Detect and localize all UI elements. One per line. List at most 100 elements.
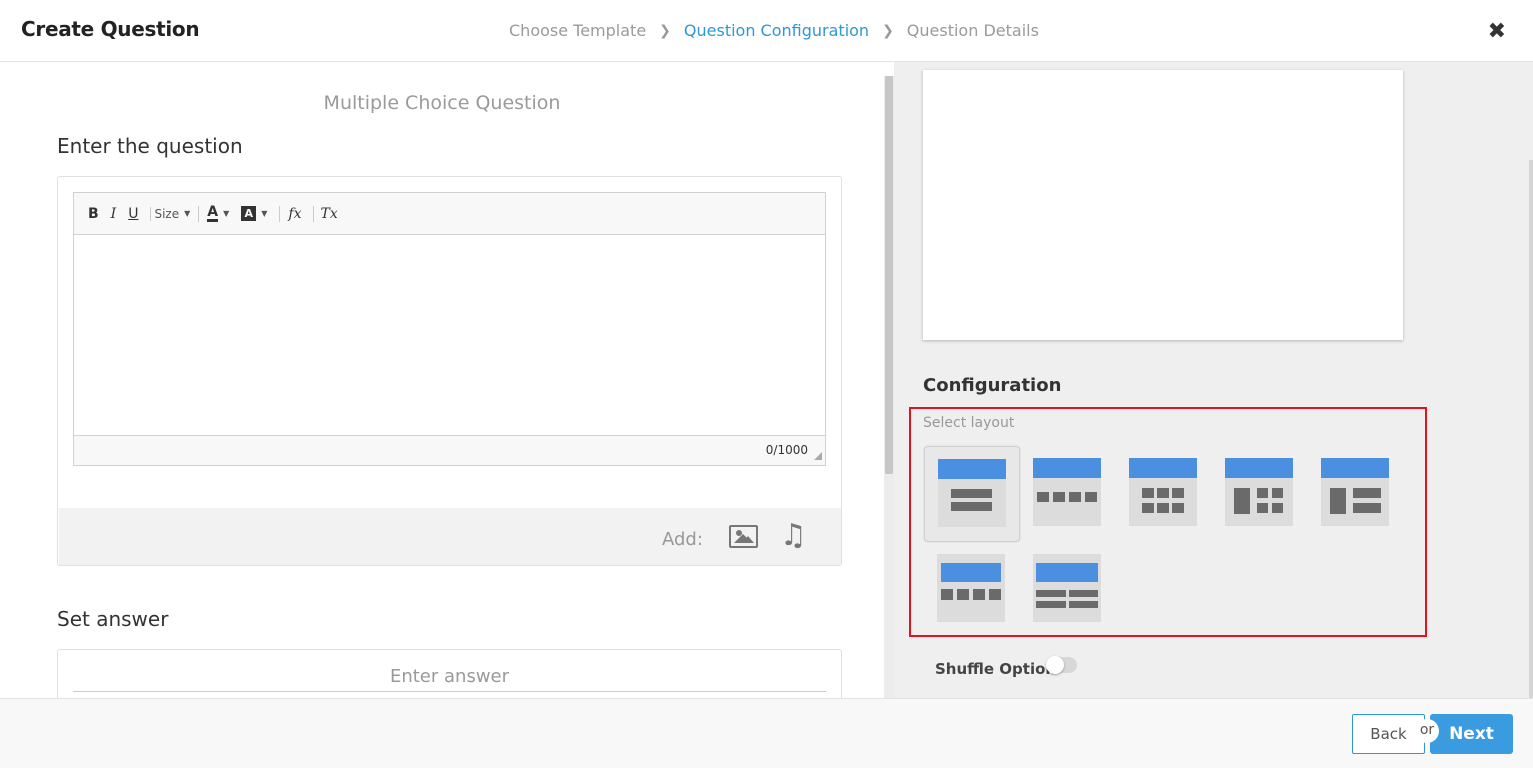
rich-text-editor: B I U Size ▼ A ▼ A ▼ fx Tx 0/1000 [73, 192, 826, 466]
next-button[interactable]: Next [1430, 714, 1513, 754]
background-color-icon: A [241, 206, 257, 221]
layout-block [1272, 488, 1283, 498]
layout-option-6[interactable] [924, 542, 1020, 638]
bold-button[interactable]: B [88, 206, 99, 222]
layout-block [1257, 503, 1268, 513]
layout-block [1272, 503, 1283, 513]
layout-thumbnail-header [1321, 458, 1389, 478]
layout-block [1036, 590, 1066, 597]
close-icon[interactable]: ✖ [1488, 19, 1506, 44]
set-answer-heading: Set answer [57, 607, 169, 631]
layout-block [1353, 488, 1381, 498]
editor-toolbar: B I U Size ▼ A ▼ A ▼ fx Tx [74, 193, 825, 235]
layout-block [1157, 503, 1169, 513]
layout-thumbnail-header [1225, 458, 1293, 478]
layout-4-thumbnail [1225, 458, 1293, 526]
back-button[interactable]: Back [1352, 714, 1425, 754]
question-editor-panel: Multiple Choice Question Enter the quest… [0, 62, 894, 698]
layout-option-2[interactable] [1020, 446, 1116, 542]
caret-down-icon: ▼ [261, 209, 268, 218]
image-icon-mountain-small [742, 536, 754, 543]
right-panel-scrollbar[interactable] [1529, 160, 1533, 698]
layout-6-thumbnail [937, 554, 1005, 622]
layout-thumbnail-header [1129, 458, 1197, 478]
enter-question-heading: Enter the question [57, 134, 243, 158]
question-type-title: Multiple Choice Question [323, 92, 561, 114]
layout-2-thumbnail [1033, 458, 1101, 526]
layout-block [951, 502, 992, 511]
formula-button[interactable]: fx [279, 205, 301, 222]
layout-block [989, 589, 1001, 600]
music-note-icon[interactable]: ♫ [780, 521, 807, 551]
question-preview [923, 70, 1403, 340]
editor-status-bar: 0/1000 [74, 435, 825, 465]
toggle-knob [1046, 656, 1064, 674]
layout-block [1142, 503, 1154, 513]
breadcrumb-step-question-configuration[interactable]: Question Configuration [684, 21, 869, 40]
layout-block [1142, 488, 1154, 498]
layout-option-7[interactable] [1020, 542, 1116, 638]
layout-block [1257, 488, 1268, 498]
layout-block [1069, 492, 1081, 502]
layout-block [1069, 601, 1098, 608]
chevron-right-icon: ❯ [659, 22, 671, 39]
layout-thumbnail-header [938, 459, 1006, 479]
layout-block [1085, 492, 1097, 502]
layout-thumbnail-header [1033, 458, 1101, 478]
caret-down-icon: ▼ [223, 209, 230, 218]
image-icon[interactable] [729, 525, 758, 548]
font-size-label: Size [154, 206, 180, 221]
breadcrumb-step-question-details[interactable]: Question Details [907, 21, 1039, 40]
breadcrumb-step-choose-template[interactable]: Choose Template [509, 21, 646, 40]
layout-block [1037, 492, 1049, 502]
layout-thumbnail-header [1036, 563, 1098, 582]
layout-block [1172, 503, 1184, 513]
layout-block [1172, 488, 1184, 498]
layout-block [1330, 488, 1346, 514]
question-card: B I U Size ▼ A ▼ A ▼ fx Tx 0/1000 Add: ♫ [57, 176, 842, 566]
underline-button[interactable]: U [128, 206, 138, 222]
layout-block [951, 489, 992, 498]
character-counter: 0/1000 [765, 443, 808, 457]
add-media-label: Add: [662, 529, 703, 550]
text-color-button[interactable]: A ▼ [198, 203, 230, 222]
shuffle-option-toggle[interactable] [1046, 656, 1077, 674]
question-text-area[interactable] [74, 235, 825, 435]
layout-option-3[interactable] [1116, 446, 1212, 542]
background-color-button[interactable]: A ▼ [241, 206, 267, 221]
scrollbar-thumb[interactable] [885, 76, 893, 474]
answer-input[interactable] [73, 662, 826, 692]
footer-bar: Back or Next [0, 698, 1533, 768]
layout-block [1036, 601, 1066, 608]
page-title: Create Question [21, 17, 200, 41]
answer-card [57, 649, 842, 698]
layout-5-thumbnail [1321, 458, 1389, 526]
configuration-title: Configuration [923, 375, 1062, 396]
layout-7-thumbnail [1033, 554, 1101, 622]
configuration-panel: Configuration Select layout Shuffle Opti… [894, 62, 1533, 698]
select-layout-label: Select layout [923, 415, 1015, 431]
text-color-icon: A [207, 203, 219, 222]
layout-block [1053, 492, 1065, 502]
layout-option-1[interactable] [924, 446, 1020, 542]
layout-3-thumbnail [1129, 458, 1197, 526]
font-size-dropdown[interactable]: Size ▼ [150, 206, 190, 221]
layout-block [1157, 488, 1169, 498]
resize-handle-icon[interactable] [814, 452, 822, 460]
layout-option-5[interactable] [1308, 446, 1404, 542]
left-panel-scrollbar[interactable] [884, 76, 894, 698]
italic-button[interactable]: I [111, 206, 117, 222]
layout-thumbnail-header [941, 563, 1001, 582]
layout-block [973, 589, 985, 600]
add-media-bar: Add: ♫ [59, 508, 841, 565]
header-bar: Create Question Choose Template ❯ Questi… [0, 0, 1533, 62]
breadcrumb: Choose Template ❯ Question Configuration… [509, 21, 1039, 40]
clear-format-button[interactable]: Tx [313, 205, 338, 222]
or-separator: or [1415, 719, 1439, 743]
layout-block [941, 589, 953, 600]
layout-selector: Select layout [909, 407, 1427, 637]
layout-option-4[interactable] [1212, 446, 1308, 542]
layout-block [957, 589, 969, 600]
layout-block [1234, 488, 1250, 514]
chevron-right-icon: ❯ [882, 22, 894, 39]
